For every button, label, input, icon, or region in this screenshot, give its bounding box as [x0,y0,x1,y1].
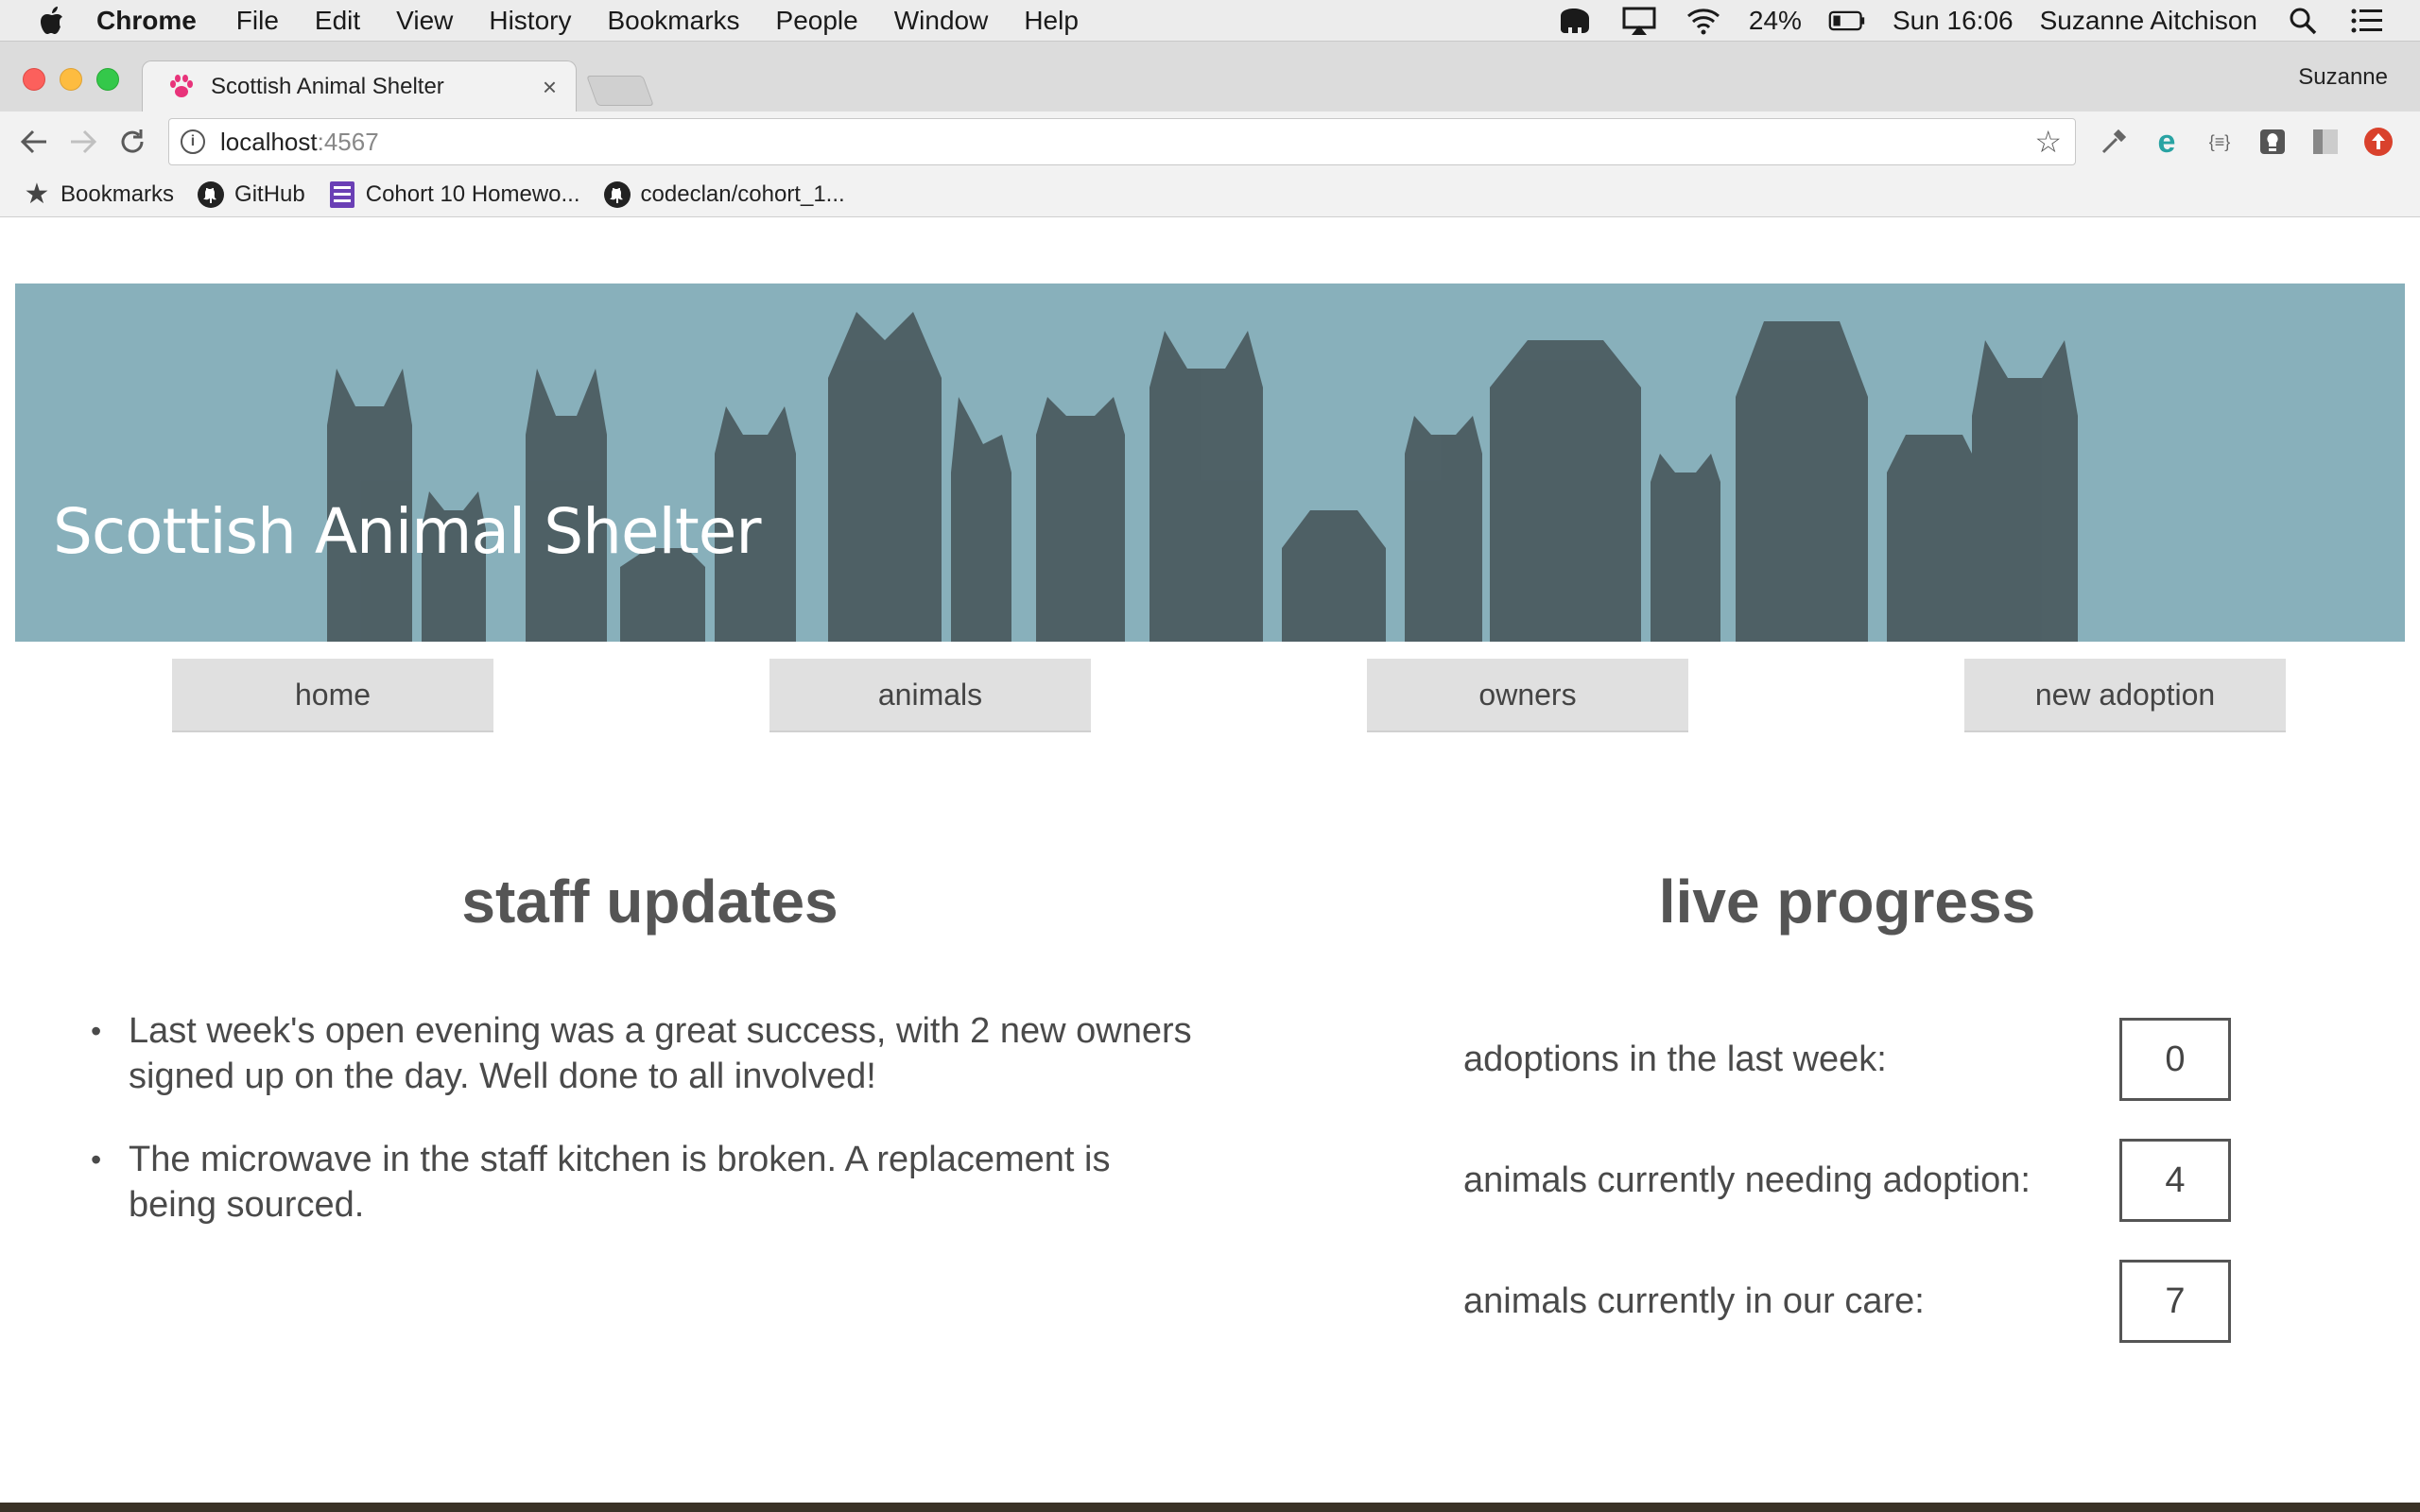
upload-extension-icon[interactable] [2361,125,2395,159]
menu-window[interactable]: Window [894,6,989,36]
menubar-user[interactable]: Suzanne Aitchison [2040,6,2257,36]
menubar-status-area: 24% Sun 16:06 Suzanne Aitchison [1556,6,2386,36]
stat-value: 7 [2119,1260,2231,1343]
nav-home-button[interactable]: home [172,659,493,732]
nav-animals-button[interactable]: animals [769,659,1091,732]
tab-active[interactable]: Scottish Animal Shelter × [142,60,577,112]
bookmark-github[interactable]: GitHub [197,180,305,209]
airplay-icon[interactable] [1620,7,1658,35]
staff-updates-list: Last week's open evening was a great suc… [91,1008,1206,1265]
menu-people[interactable]: People [776,6,858,36]
edge-e-extension-icon[interactable]: e [2150,124,2184,160]
tab-strip: Scottish Animal Shelter × Suzanne [0,42,2420,112]
apple-icon[interactable] [40,6,64,35]
github-icon [603,180,631,209]
stat-value: 4 [2119,1139,2231,1222]
battery-percent: 24% [1748,5,1802,35]
stat-label: adoptions in the last week: [1463,1039,1887,1079]
web-page: Scottish Animal Shelter home animals own… [0,218,2420,1503]
bookmark-codeclan-cohort[interactable]: codeclan/cohort_1... [603,180,845,209]
window-zoom-button[interactable] [96,68,119,91]
forward-arrow-icon[interactable] [64,123,102,161]
bookmark-star-icon[interactable]: ☆ [2034,124,2062,160]
bookmark-label: GitHub [234,180,305,207]
spotlight-search-icon[interactable] [2284,7,2322,35]
bookmark-label: Cohort 10 Homewo... [365,180,580,207]
menu-file[interactable]: File [236,6,279,36]
evernote-elephant-icon[interactable] [1556,7,1594,35]
extension-icons: e {≡} [2097,124,2395,160]
stat-label: animals currently needing adoption: [1463,1160,2031,1200]
menubar-clock[interactable]: Sun 16:06 [1893,6,2014,36]
json-formatter-extension-icon[interactable]: {≡} [2203,125,2237,159]
address-bar[interactable]: i localhost:4567 ☆ [168,118,2076,165]
staff-updates-heading: staff updates [461,868,838,936]
stat-value: 0 [2119,1018,2231,1101]
bookmark-cohort-homework[interactable]: Cohort 10 Homewo... [328,180,580,209]
browser-window: Scottish Animal Shelter × Suzanne i loca… [0,42,2420,1503]
url-host: localhost [220,127,318,156]
color-picker-extension-icon[interactable] [2097,125,2131,159]
list-item: The microwave in the staff kitchen is br… [91,1137,1206,1228]
menu-history[interactable]: History [489,6,571,36]
live-progress-heading: live progress [1658,868,2036,936]
profile-button[interactable]: Suzanne [2298,64,2388,91]
browser-toolbar: i localhost:4567 ☆ e {≡} [0,112,2420,172]
desktop-background [0,1503,2420,1512]
list-item: Last week's open evening was a great suc… [91,1008,1206,1099]
tab-close-icon[interactable]: × [543,75,557,99]
bookmark-label: Bookmarks [60,180,175,207]
paw-print-icon [170,74,193,97]
reload-icon[interactable] [113,123,151,161]
nav-new-adoption-button[interactable]: new adoption [1964,659,2286,732]
menu-edit[interactable]: Edit [315,6,360,36]
notification-center-icon[interactable] [2348,7,2386,35]
bookmark-label: codeclan/cohort_1... [640,180,845,207]
pets-lineup-image [327,312,2078,642]
stat-label: animals currently in our care: [1463,1280,1925,1321]
stat-row-animals-in-care: animals currently in our care: 7 [1463,1260,2231,1343]
star-icon: ★ [24,179,50,210]
github-icon [197,180,225,209]
sidebar-extension-icon[interactable] [2308,125,2342,159]
bookmarks-bar: ★ Bookmarks GitHub Cohort 10 Homewo... c… [0,172,2420,217]
menu-view[interactable]: View [396,6,453,36]
nav-owners-button[interactable]: owners [1367,659,1688,732]
back-arrow-icon[interactable] [15,123,53,161]
stat-row-animals-needing-adoption: animals currently needing adoption: 4 [1463,1139,2231,1222]
site-info-icon[interactable]: i [181,129,205,154]
bookmark-bookmarks[interactable]: ★ Bookmarks [23,179,175,210]
tab-title: Scottish Animal Shelter [211,73,444,99]
stat-row-adoptions-last-week: adoptions in the last week: 0 [1463,1018,2231,1101]
url-port: :4567 [317,127,379,156]
new-tab-button[interactable] [586,76,654,106]
window-close-button[interactable] [23,68,45,91]
menu-app-name[interactable]: Chrome [96,6,197,36]
macos-menubar: Chrome File Edit View History Bookmarks … [0,0,2420,42]
battery-icon[interactable] [1828,7,1866,35]
sheets-icon [328,180,356,209]
window-minimize-button[interactable] [60,68,82,91]
wifi-icon[interactable] [1685,7,1722,35]
header-banner: Scottish Animal Shelter [15,284,2405,642]
menu-help[interactable]: Help [1024,6,1079,36]
site-title: Scottish Animal Shelter [53,495,762,568]
main-nav: home animals owners new adoption [0,659,2420,732]
menu-bookmarks[interactable]: Bookmarks [607,6,739,36]
lightbulb-extension-icon[interactable] [2256,125,2290,159]
